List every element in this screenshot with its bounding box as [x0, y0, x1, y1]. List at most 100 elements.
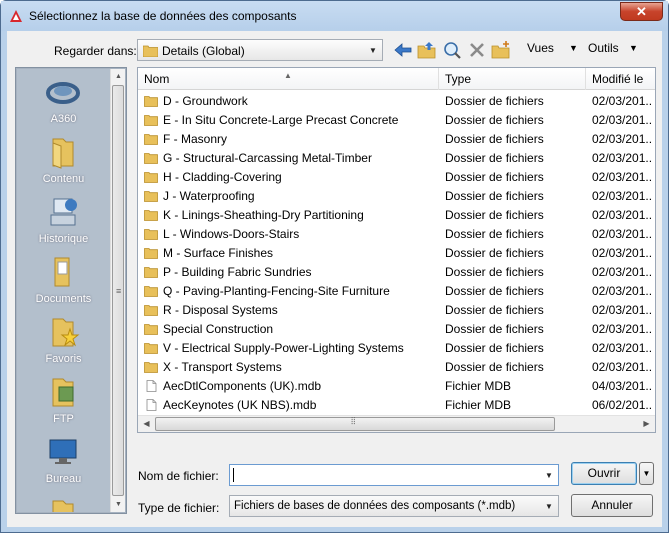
folder-icon	[144, 305, 158, 316]
table-row[interactable]: J - Waterproofing Dossier de fichiers 02/0…	[138, 187, 655, 206]
row-date: 04/03/201...	[592, 379, 652, 393]
folder-icon	[144, 153, 158, 164]
open-button[interactable]: Ouvrir	[571, 462, 637, 485]
new-folder-icon[interactable]	[491, 40, 511, 60]
table-row[interactable]: M - Surface Finishes Dossier de fichiers 0…	[138, 244, 655, 263]
table-row[interactable]: X - Transport Systems Dossier de fichiers…	[138, 358, 655, 377]
column-header-type[interactable]: Type	[439, 68, 586, 90]
views-chevron-icon[interactable]: ▼	[569, 43, 578, 53]
place-bureau[interactable]: Bureau	[17, 431, 110, 491]
search-web-icon[interactable]	[442, 40, 462, 60]
column-label: Modifié le	[592, 72, 644, 86]
text-caret	[233, 468, 234, 482]
table-row[interactable]: F - Masonry Dossier de fichiers 02/03/201.…	[138, 130, 655, 149]
views-menu[interactable]: Vues	[527, 41, 554, 55]
tools-menu[interactable]: Outils	[588, 41, 619, 55]
folder-icon	[144, 343, 158, 354]
filename-input[interactable]: ▼	[229, 464, 559, 486]
row-date: 02/03/201...	[592, 132, 652, 146]
row-type: Dossier de fichiers	[445, 94, 544, 108]
row-type: Dossier de fichiers	[445, 303, 544, 317]
folder-icon	[144, 248, 158, 259]
column-label: Type	[445, 72, 472, 86]
row-name-cell: E - In Situ Concrete-Large Precast Concr…	[144, 111, 436, 130]
row-type: Dossier de fichiers	[445, 189, 544, 203]
row-name-cell: AecKeynotes (UK NBS).mdb	[144, 396, 436, 415]
place-a360[interactable]: A360	[17, 71, 110, 131]
table-row[interactable]: Q - Paving-Planting-Fencing-Site Furnitu…	[138, 282, 655, 301]
table-row[interactable]: L - Windows-Doors-Stairs Dossier de fichi…	[138, 225, 655, 244]
row-date: 02/03/201...	[592, 94, 652, 108]
row-name-cell: D - Groundwork	[144, 92, 436, 111]
row-date: 06/02/201...	[592, 398, 652, 412]
table-row[interactable]: Special Construction Dossier de fichiers 0…	[138, 320, 655, 339]
chevron-down-icon[interactable]: ▼	[540, 465, 558, 485]
row-name-cell: H - Cladding-Covering	[144, 168, 436, 187]
filetype-select[interactable]: Fichiers de bases de données des composa…	[229, 495, 559, 517]
tools-chevron-icon[interactable]: ▼	[629, 43, 638, 53]
row-name: H - Cladding-Covering	[163, 170, 282, 184]
row-name: D - Groundwork	[163, 94, 248, 108]
places-scrollbar[interactable]: ▲ ≡ ▼	[110, 69, 125, 512]
row-type: Dossier de fichiers	[445, 341, 544, 355]
table-row[interactable]: E - In Situ Concrete-Large Precast Concr…	[138, 111, 655, 130]
row-date: 02/03/201...	[592, 189, 652, 203]
cancel-button-label: Annuler	[591, 498, 633, 512]
row-type: Dossier de fichiers	[445, 170, 544, 184]
favorites-icon	[52, 318, 80, 347]
column-header-modified[interactable]: Modifié le	[586, 68, 655, 90]
folder-icon	[144, 191, 158, 202]
folder-icon	[144, 115, 158, 126]
close-button[interactable]: ✕	[620, 2, 663, 21]
scroll-right-icon[interactable]: ▶	[638, 416, 655, 432]
table-row[interactable]: H - Cladding-Covering Dossier de fichiers…	[138, 168, 655, 187]
table-row[interactable]: D - Groundwork Dossier de fichiers 02/03/2…	[138, 92, 655, 111]
place-ftp[interactable]: FTP	[17, 371, 110, 431]
row-name-cell: K - Linings-Sheathing-Dry Partitioning	[144, 206, 436, 225]
cancel-button[interactable]: Annuler	[571, 494, 653, 517]
table-row[interactable]: P - Building Fabric Sundries Dossier de f…	[138, 263, 655, 282]
window-title: Sélectionnez la base de données des comp…	[29, 9, 297, 23]
scroll-up-icon[interactable]: ▲	[111, 69, 126, 84]
scroll-thumb[interactable]: ≡	[112, 85, 124, 496]
file-icon	[146, 399, 157, 411]
table-row[interactable]: R - Disposal Systems Dossier de fichiers 0…	[138, 301, 655, 320]
horizontal-scrollbar[interactable]: ◀ ⦙⦙ ▶	[138, 415, 655, 432]
place-more[interactable]	[17, 491, 110, 512]
scroll-left-icon[interactable]: ◀	[138, 416, 155, 432]
open-options-button[interactable]: ▼	[639, 462, 654, 485]
row-name-cell: P - Building Fabric Sundries	[144, 263, 436, 282]
place-documents[interactable]: Documents	[17, 251, 110, 311]
row-type: Dossier de fichiers	[445, 132, 544, 146]
row-name: Q - Paving-Planting-Fencing-Site Furnitu…	[163, 284, 390, 298]
look-in-combo[interactable]: Details (Global) ▼	[137, 39, 383, 61]
row-name: AecKeynotes (UK NBS).mdb	[163, 398, 317, 412]
row-type: Dossier de fichiers	[445, 265, 544, 279]
scroll-thumb[interactable]: ⦙⦙	[155, 416, 555, 431]
folder-icon	[144, 362, 158, 373]
table-row[interactable]: G - Structural-Carcassing Metal-Timber Do…	[138, 149, 655, 168]
row-type: Dossier de fichiers	[445, 227, 544, 241]
table-row[interactable]: AecKeynotes (UK NBS).mdb Fichier MDB 06/02…	[138, 396, 655, 415]
row-date: 02/03/201...	[592, 360, 652, 374]
row-date: 02/03/201...	[592, 284, 652, 298]
table-row[interactable]: AecDtlComponents (UK).mdb Fichier MDB 04/0…	[138, 377, 655, 396]
delete-icon[interactable]	[467, 40, 487, 60]
row-date: 02/03/201...	[592, 341, 652, 355]
place-favoris[interactable]: Favoris	[17, 311, 110, 371]
row-type: Dossier de fichiers	[445, 113, 544, 127]
place-historique[interactable]: Historique	[17, 191, 110, 251]
dialog-window: Sélectionnez la base de données des comp…	[0, 0, 669, 533]
back-arrow-icon[interactable]	[393, 40, 413, 60]
column-header-name[interactable]: ▲ Nom	[138, 68, 439, 90]
table-row[interactable]: K - Linings-Sheathing-Dry Partitioning Do…	[138, 206, 655, 225]
up-folder-icon[interactable]	[417, 40, 437, 60]
scroll-down-icon[interactable]: ▼	[111, 497, 126, 512]
views-label: Vues	[527, 41, 554, 55]
autocad-logo-icon	[10, 10, 22, 22]
title-bar[interactable]: Sélectionnez la base de données des comp…	[1, 1, 668, 31]
table-row[interactable]: V - Electrical Supply-Power-Lighting Sys…	[138, 339, 655, 358]
place-contenu[interactable]: Contenu	[17, 131, 110, 191]
file-list: ▲ Nom Type Modifié le D - Groundwork Doss…	[137, 67, 656, 433]
row-name-cell: Special Construction	[144, 320, 436, 339]
